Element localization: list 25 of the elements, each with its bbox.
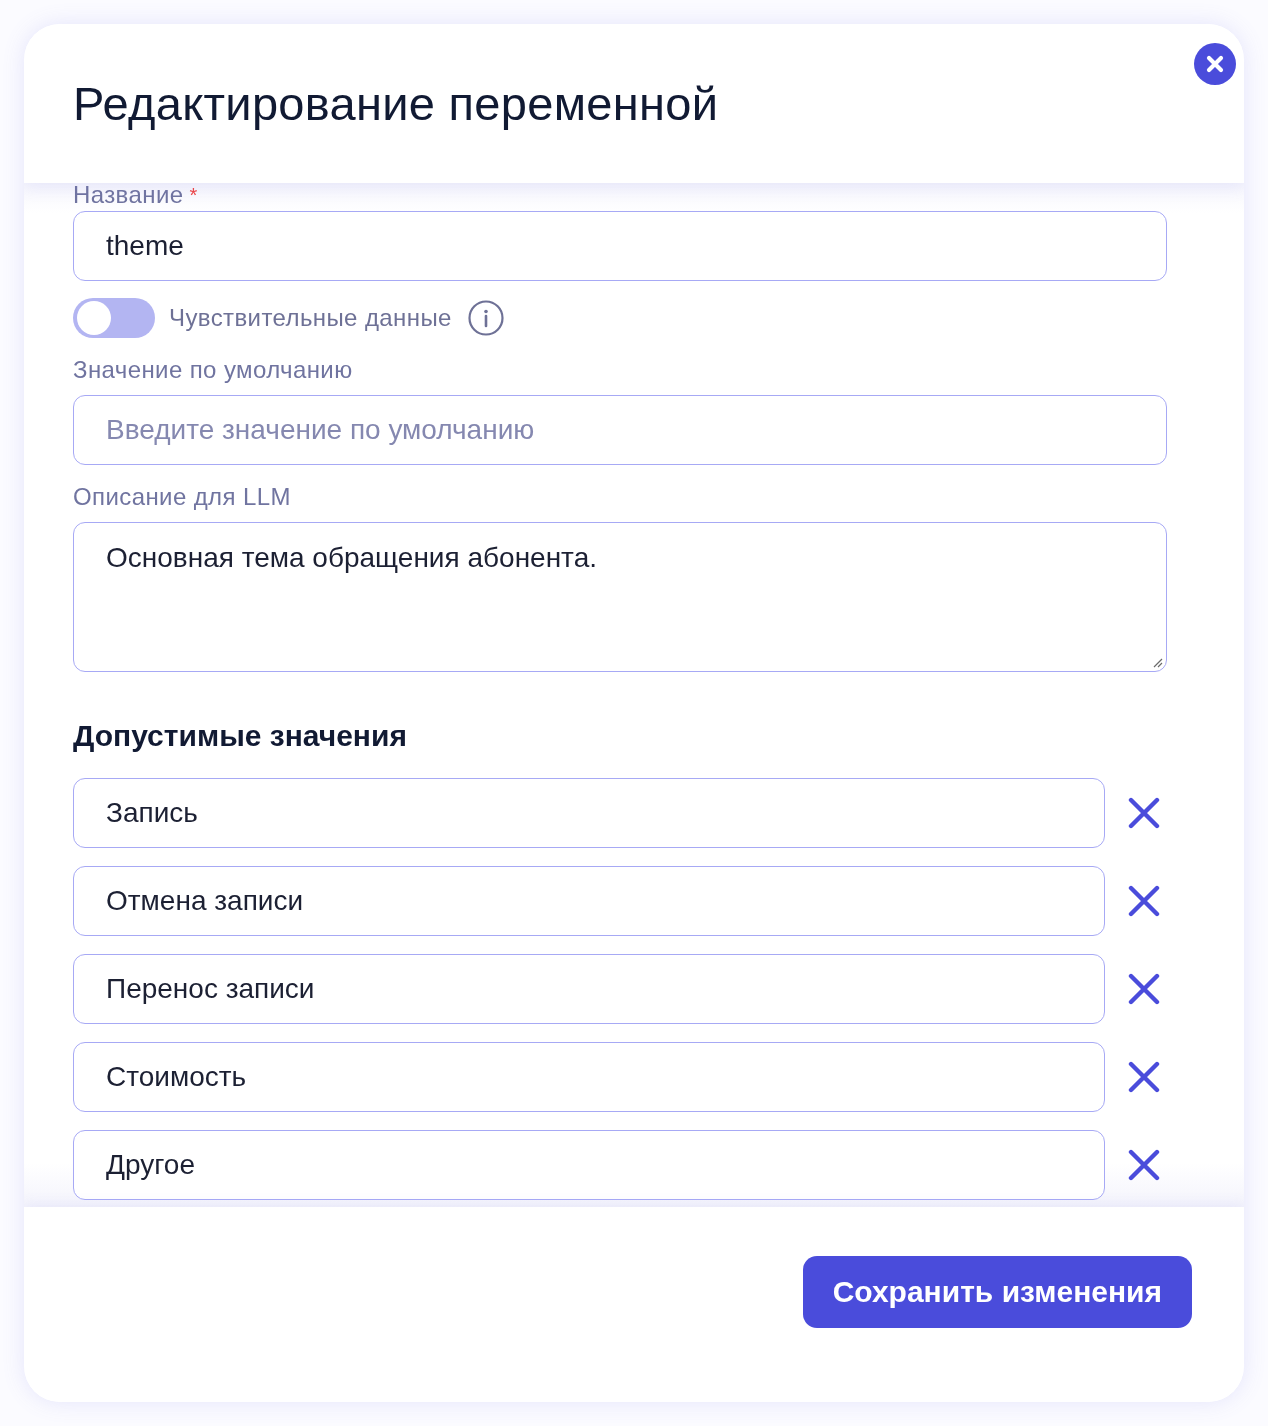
text-input[interactable]: theme [73, 211, 1167, 281]
input-field[interactable]: Введите значение по умолчанию [73, 395, 1167, 465]
description-textarea[interactable]: Основная тема обращения абонента. [73, 522, 1167, 672]
close-icon[interactable] [1194, 43, 1236, 85]
required-mark: * [189, 184, 198, 206]
field-label: Значение по умолчанию [73, 357, 353, 383]
field-label: Название [73, 182, 184, 208]
section-heading: Допустимые значения [73, 719, 407, 753]
save-button[interactable]: Сохранить изменения [802, 1256, 1192, 1328]
remove-icon[interactable] [1128, 797, 1160, 829]
dialog-title: Редактирование переменной [73, 78, 719, 130]
value-input[interactable]: Запись [73, 778, 1105, 848]
value-input[interactable]: Отмена записи [73, 866, 1105, 936]
info-icon[interactable] [467, 300, 504, 336]
field-label: Описание для LLM [73, 484, 291, 510]
resize-grip-icon[interactable] [1151, 656, 1163, 668]
toggle-switch[interactable] [73, 298, 155, 338]
remove-icon[interactable] [1128, 973, 1160, 1005]
value-input[interactable]: Стоимость [73, 1042, 1105, 1112]
remove-icon[interactable] [1128, 1149, 1160, 1181]
remove-icon[interactable] [1128, 1061, 1160, 1093]
toggle-label: Чувствительные данные [169, 304, 452, 332]
value-input[interactable]: Другое [73, 1130, 1105, 1200]
remove-icon[interactable] [1128, 885, 1160, 917]
value-input[interactable]: Перенос записи [73, 954, 1105, 1024]
